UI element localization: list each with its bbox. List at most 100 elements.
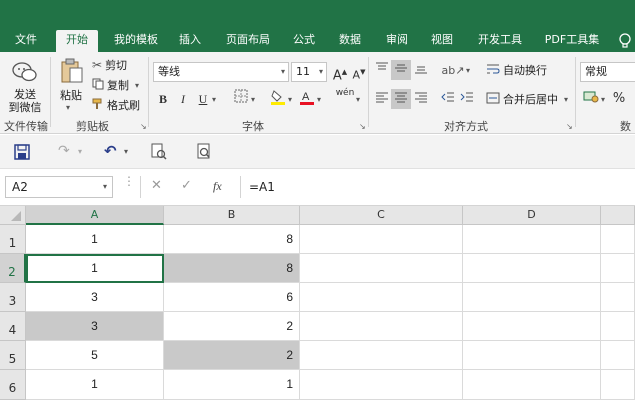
tab-developer[interactable]: 开发工具 [472,30,528,52]
italic-button[interactable]: I [173,89,193,109]
tab-home[interactable]: 开始 [56,30,98,52]
cell-d6[interactable] [463,370,601,400]
cell-b2[interactable]: 8 [164,254,300,283]
borders-button[interactable] [231,89,251,109]
cell-a4[interactable]: 3 [26,312,164,341]
cell-e5[interactable] [601,341,635,370]
cell-b1[interactable]: 8 [164,225,300,254]
cell-b5[interactable]: 2 [164,341,300,370]
cell-b4[interactable]: 2 [164,312,300,341]
paste-dropdown-icon[interactable]: ▾ [66,103,70,112]
drag-handle-icon[interactable]: ⋮ [123,175,135,187]
orientation-dropdown-icon[interactable]: ▾ [466,66,470,75]
tab-view[interactable]: 视图 [424,30,460,52]
format-painter-button[interactable]: 格式刷 [92,96,140,114]
fill-color-button[interactable] [268,89,288,109]
grow-font-button[interactable]: A▲ [330,62,350,83]
row-header-2[interactable]: 2 [0,254,26,283]
font-size-select[interactable]: 11 ▾ [291,62,327,82]
tab-my-templates[interactable]: 我的模板 [108,30,164,52]
font-color-button[interactable]: A [297,89,317,109]
font-name-select[interactable]: 等线 ▾ [153,62,289,82]
align-bottom-button[interactable] [411,60,431,80]
cell-b3[interactable]: 6 [164,283,300,312]
shrink-font-button[interactable]: A▼ [349,62,369,82]
lightbulb-icon[interactable] [618,32,632,50]
decrease-indent-button[interactable] [438,89,458,109]
borders-dropdown-icon[interactable]: ▾ [251,95,255,104]
formula-input[interactable]: =A1 [240,176,635,198]
align-top-button[interactable] [372,60,392,80]
column-header-e[interactable] [601,206,635,225]
row-header-6[interactable]: 6 [0,370,26,400]
cell-c3[interactable] [300,283,463,312]
column-header-a[interactable]: A [26,206,164,225]
redo-dropdown-icon[interactable]: ▾ [78,147,82,156]
fill-color-dropdown-icon[interactable]: ▾ [288,95,292,104]
cell-b6[interactable]: 1 [164,370,300,400]
row-header-5[interactable]: 5 [0,341,26,370]
undo-dropdown-icon[interactable]: ▾ [124,147,128,156]
cell-a5[interactable]: 5 [26,341,164,370]
cell-c2[interactable] [300,254,463,283]
phonetic-guide-button[interactable]: wén [333,87,357,107]
name-box[interactable]: A2 ▾ [5,176,113,198]
align-middle-button[interactable] [391,60,411,80]
cell-e6[interactable] [601,370,635,400]
cell-c4[interactable] [300,312,463,341]
cell-e4[interactable] [601,312,635,341]
cell-e3[interactable] [601,283,635,312]
select-all-corner[interactable] [0,206,26,225]
tab-file[interactable]: 文件 [6,30,46,52]
undo-icon[interactable]: ↶ [104,142,117,160]
paste-button[interactable]: 粘贴 ▾ [54,56,88,116]
cell-d4[interactable] [463,312,601,341]
cell-d5[interactable] [463,341,601,370]
accounting-format-button[interactable] [581,89,601,109]
cell-a2[interactable]: 1 [26,254,164,283]
copy-button[interactable]: 复制 ▾ [92,76,139,94]
font-color-dropdown-icon[interactable]: ▾ [317,95,321,104]
cancel-icon[interactable]: ✕ [151,178,162,193]
copy-dropdown-icon[interactable]: ▾ [135,81,139,90]
send-to-wechat-button[interactable]: 发送 到微信 [4,58,46,116]
cell-c6[interactable] [300,370,463,400]
zoom-preview-icon[interactable] [196,143,214,165]
tab-insert[interactable]: 插入 [172,30,208,52]
align-center-button[interactable] [391,89,411,109]
cell-c5[interactable] [300,341,463,370]
increase-indent-button[interactable] [457,89,477,109]
wrap-text-button[interactable]: 自动换行 [486,61,547,79]
bold-button[interactable]: B [153,89,173,109]
merge-center-button[interactable]: 合并后居中 ▾ [486,90,568,108]
cell-d1[interactable] [463,225,601,254]
redo-icon[interactable]: ↷ [58,143,70,159]
alignment-launcher-icon[interactable]: ↘ [566,122,573,131]
column-header-c[interactable]: C [300,206,463,225]
align-right-button[interactable] [411,89,431,109]
cell-d3[interactable] [463,283,601,312]
font-launcher-icon[interactable]: ↘ [359,122,366,131]
column-header-d[interactable]: D [463,206,601,225]
print-preview-icon[interactable] [150,143,168,165]
tab-pdf-tools[interactable]: PDF工具集 [540,30,604,52]
cell-a1[interactable]: 1 [26,225,164,254]
number-format-select[interactable]: 常规 [580,62,635,82]
cell-e1[interactable] [601,225,635,254]
underline-dropdown-icon[interactable]: ▾ [212,95,216,104]
cut-button[interactable]: ✂ 剪切 [92,56,127,74]
tab-data[interactable]: 数据 [332,30,368,52]
cell-c1[interactable] [300,225,463,254]
row-header-1[interactable]: 1 [0,225,26,254]
tab-page-layout[interactable]: 页面布局 [220,30,276,52]
phonetic-dropdown-icon[interactable]: ▾ [356,95,360,104]
accounting-dropdown-icon[interactable]: ▾ [601,95,605,104]
tab-review[interactable]: 审阅 [379,30,415,52]
insert-function-icon[interactable]: fx [213,179,222,194]
cell-a3[interactable]: 3 [26,283,164,312]
row-header-3[interactable]: 3 [0,283,26,312]
column-header-b[interactable]: B [164,206,300,225]
comma-style-button[interactable]: 9 [629,89,635,109]
percent-style-button[interactable]: % [609,89,629,109]
align-left-button[interactable] [372,89,392,109]
